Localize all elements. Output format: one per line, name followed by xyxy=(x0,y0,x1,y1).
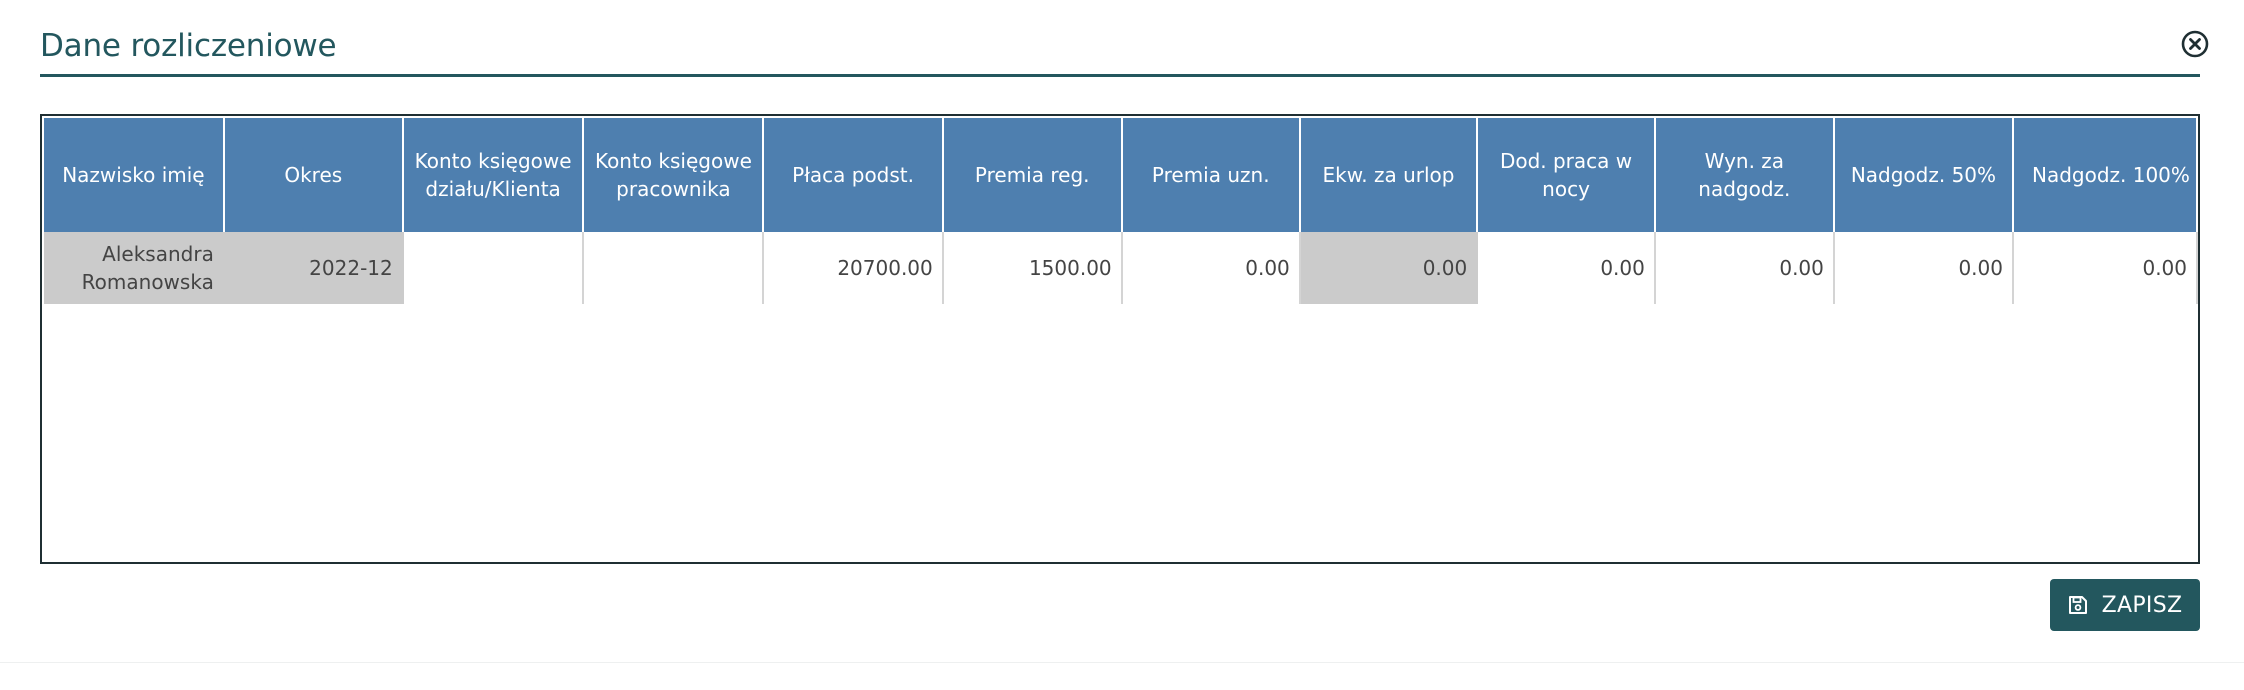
close-icon[interactable] xyxy=(2181,30,2209,58)
floppy-disk-icon xyxy=(2068,595,2088,615)
dialog-title: Dane rozliczeniowe xyxy=(40,28,337,64)
header-row: Nazwisko imię Okres Konto księgowe dział… xyxy=(44,118,2198,232)
settlement-grid[interactable]: Nazwisko imię Okres Konto księgowe dział… xyxy=(40,114,2200,564)
cell-base-pay[interactable]: 20700.00 xyxy=(764,232,944,304)
cell-dept-account[interactable] xyxy=(403,232,585,304)
column-header-dept-account[interactable]: Konto księgowe działu/Klienta xyxy=(403,118,585,232)
column-header-night-work[interactable]: Dod. praca w nocy xyxy=(1478,118,1656,232)
column-header-name[interactable]: Nazwisko imię xyxy=(44,118,225,232)
dialog-bottom-edge xyxy=(0,662,2244,663)
cell-night-work[interactable]: 0.00 xyxy=(1478,232,1656,304)
table-row: Aleksandra Romanowska 2022-12 20700.00 1… xyxy=(44,232,2198,304)
cell-vacation-equivalent: 0.00 xyxy=(1300,232,1479,304)
title-divider xyxy=(40,74,2200,77)
column-header-overtime-pay[interactable]: Wyn. za nadgodz. xyxy=(1655,118,1835,232)
column-header-base-pay[interactable]: Płaca podst. xyxy=(764,118,944,232)
column-header-vacation-equivalent[interactable]: Ekw. za urlop xyxy=(1300,118,1479,232)
cell-employee-account[interactable] xyxy=(584,232,765,304)
column-header-period[interactable]: Okres xyxy=(224,118,404,232)
column-header-discretionary-bonus[interactable]: Premia uzn. xyxy=(1122,118,1301,232)
cell-name: Aleksandra Romanowska xyxy=(44,232,225,304)
cell-overtime-pay[interactable]: 0.00 xyxy=(1655,232,1835,304)
column-header-overtime-50[interactable]: Nadgodz. 50% xyxy=(1834,118,2014,232)
cell-overtime-100[interactable]: 0.00 xyxy=(2013,232,2198,304)
column-header-overtime-100[interactable]: Nadgodz. 100% xyxy=(2013,118,2198,232)
cell-period: 2022-12 xyxy=(224,232,404,304)
cell-discretionary-bonus[interactable]: 0.00 xyxy=(1122,232,1301,304)
cell-overtime-50[interactable]: 0.00 xyxy=(1834,232,2014,304)
save-button[interactable]: ZAPISZ xyxy=(2050,579,2200,631)
column-header-regular-bonus[interactable]: Premia reg. xyxy=(943,118,1123,232)
cell-regular-bonus[interactable]: 1500.00 xyxy=(943,232,1123,304)
save-button-label: ZAPISZ xyxy=(2101,592,2183,618)
column-header-employee-account[interactable]: Konto księgowe pracownika xyxy=(584,118,765,232)
settlement-table: Nazwisko imię Okres Konto księgowe dział… xyxy=(44,118,2198,304)
